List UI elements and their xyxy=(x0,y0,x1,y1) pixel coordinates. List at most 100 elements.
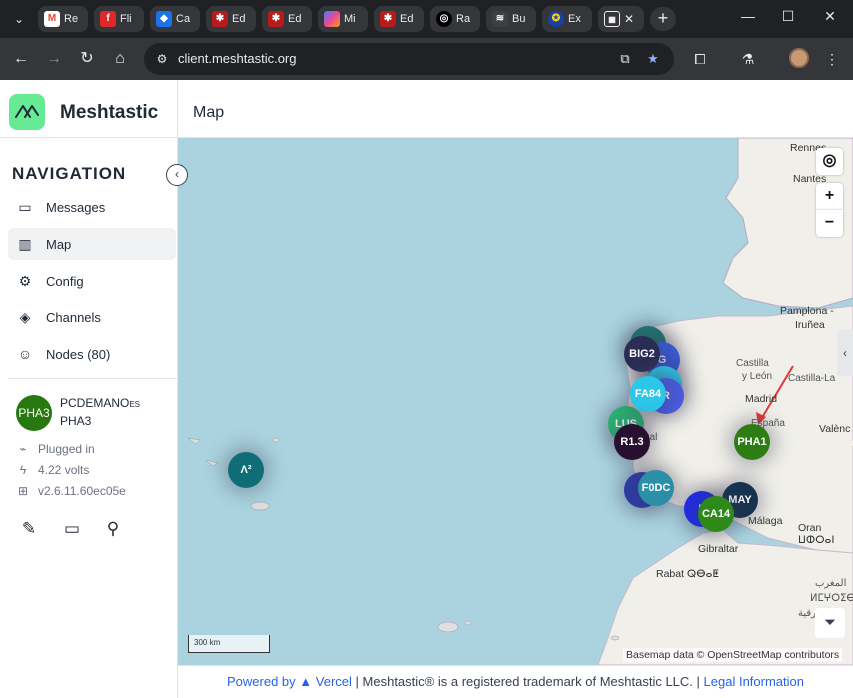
map-icon: ▥ xyxy=(18,236,32,252)
nav-item-nodes[interactable]: ☺ Nodes (80) xyxy=(8,338,176,370)
tab-search-icon[interactable]: ⌄ xyxy=(8,9,30,29)
footer-separator: | xyxy=(696,674,700,689)
map-label-pamplona: Pamplona - xyxy=(780,305,834,317)
tab-title: Ed xyxy=(232,13,246,25)
bug-red-icon: ✱ xyxy=(380,11,396,27)
tab-title: Ed xyxy=(400,13,414,25)
stat-label: 4.22 volts xyxy=(38,463,90,477)
node-marker[interactable]: BIG2 xyxy=(624,336,660,372)
reload-icon[interactable]: ↻ xyxy=(77,49,97,69)
sidebar-divider xyxy=(8,378,178,379)
new-tab-button[interactable]: + xyxy=(650,7,676,31)
node-marker-pha1[interactable]: PHA1 xyxy=(734,424,770,460)
browser-tab[interactable]: ≋ Bu xyxy=(486,6,536,32)
tab-title: Ex xyxy=(568,13,581,25)
tab-title: Re xyxy=(64,13,79,25)
map-label-y-leon: y León xyxy=(742,371,773,382)
node-short-name: PHA3 xyxy=(60,414,92,428)
stat-label: v2.6.11.60ec05e xyxy=(38,484,126,498)
browser-tab[interactable]: ✱ Ed xyxy=(262,6,312,32)
install-app-icon[interactable]: ⧉ xyxy=(616,51,634,67)
browser-tab-active[interactable]: ▦ ✕ xyxy=(598,6,644,32)
navigation-heading: NAVIGATION xyxy=(12,164,127,183)
footer: Powered by ▲ Vercel | Meshtastic® is a r… xyxy=(178,665,853,698)
node-marker[interactable]: F0DC xyxy=(638,470,674,506)
legal-information-link[interactable]: Legal Information xyxy=(704,674,804,689)
nav-item-label: Config xyxy=(46,273,84,289)
collapse-sidebar-button[interactable]: ‹ xyxy=(166,164,188,186)
close-window-icon[interactable]: ✕ xyxy=(818,8,842,25)
nav-item-messages[interactable]: ▭ Messages xyxy=(8,191,176,223)
map-label-madrid: Madrid xyxy=(745,393,778,405)
zap-icon: ϟ xyxy=(19,463,27,477)
back-arrow-icon[interactable]: ← xyxy=(11,49,31,69)
browser-tab[interactable]: ✪ Ex xyxy=(542,6,592,32)
footer-separator: | xyxy=(355,674,359,689)
bookmark-star-icon[interactable]: ★ xyxy=(644,51,662,67)
nav-item-label: Messages xyxy=(46,199,106,215)
pencil-icon[interactable]: ✎ xyxy=(18,518,40,540)
profile-avatar[interactable] xyxy=(789,48,809,68)
map-label-al-maghrib: المغرب xyxy=(815,578,847,589)
message-square-icon: ▭ xyxy=(18,199,32,215)
page-header: Map xyxy=(178,80,853,138)
nav-item-label: Nodes (80) xyxy=(46,346,111,362)
meshtastic-tab-icon: ▦ xyxy=(604,11,620,27)
tab-title: Fli xyxy=(120,13,132,25)
browser-tab[interactable]: ◎ Ra xyxy=(430,6,480,32)
address-bar[interactable]: ⚙ client.meshtastic.org ⧉ ★ xyxy=(144,43,674,75)
forward-arrow-icon[interactable]: → xyxy=(44,49,64,69)
browser-tab[interactable]: M Re xyxy=(38,6,88,32)
map-label-gibraltar: Gibraltar xyxy=(698,543,739,555)
map-label-oran: Oran ⵡⵀⵔⴰⵏ xyxy=(798,522,835,546)
browser-tab[interactable]: ✱ Ed xyxy=(206,6,256,32)
home-icon[interactable]: ⌂ xyxy=(110,49,130,69)
powered-by-text[interactable]: Powered by xyxy=(227,674,296,689)
meshtastic-logo-icon xyxy=(9,94,45,130)
node-marker[interactable]: Λ² xyxy=(228,452,264,488)
browser-tab[interactable]: Mi xyxy=(318,6,368,32)
browser-tab[interactable]: ◆ Ca xyxy=(150,6,200,32)
zoom-in-button[interactable]: + xyxy=(816,183,843,210)
zoom-out-button[interactable]: − xyxy=(816,210,843,237)
node-marker[interactable]: FA84 xyxy=(630,376,666,412)
copilot-icon xyxy=(324,11,340,27)
close-tab-icon[interactable]: ✕ xyxy=(624,12,634,26)
url-text[interactable]: client.meshtastic.org xyxy=(178,51,297,66)
locate-icon[interactable]: ◎ xyxy=(816,148,843,175)
nav-item-config[interactable]: ⚙ Config xyxy=(8,265,176,297)
map-label-rabat: Rabat ⵕⴱⴰⵟ xyxy=(656,568,719,580)
stat-power: ⌁ Plugged in xyxy=(16,442,95,456)
maximize-icon[interactable]: ☐ xyxy=(776,8,800,25)
monitor-icon[interactable]: ▭ xyxy=(61,518,83,540)
nav-item-channels[interactable]: ◈ Channels xyxy=(8,301,176,333)
users-icon: ☺ xyxy=(17,346,33,362)
tab-title: Ca xyxy=(176,13,191,25)
vercel-link[interactable]: ▲ Vercel xyxy=(299,674,352,689)
browser-tab[interactable]: f Fli xyxy=(94,6,144,32)
extensions-icon[interactable]: ⧠ xyxy=(690,49,710,69)
node-avatar[interactable]: PHA3 xyxy=(16,395,52,431)
dark-circle-icon: ◎ xyxy=(436,11,452,27)
filter-icon[interactable]: ⏷ xyxy=(815,608,845,638)
node-marker[interactable]: R1.3 xyxy=(614,424,650,460)
panel-toggle-chevron-icon[interactable]: ‹ xyxy=(837,330,853,376)
minimize-icon[interactable]: — xyxy=(736,8,760,24)
map-scale: 300 km xyxy=(188,635,270,653)
site-settings-icon[interactable]: ⚙ xyxy=(154,51,170,67)
brand-header: Meshtastic xyxy=(0,80,178,138)
nav-item-label: Map xyxy=(46,236,72,252)
browser-lab-icon[interactable]: ⚗ xyxy=(738,49,758,69)
tab-title: Ra xyxy=(456,13,471,25)
more-menu-icon[interactable]: ⋮ xyxy=(822,49,842,69)
bug-red-icon: ✱ xyxy=(268,11,284,27)
map-view[interactable]: Rennes Nantes Pamplona - Iruñea Castilla… xyxy=(178,138,853,665)
stat-label: Plugged in xyxy=(38,442,95,456)
browser-tab[interactable]: ✱ Ed xyxy=(374,6,424,32)
ca-icon: ◆ xyxy=(156,11,172,27)
node-marker[interactable]: CA14 xyxy=(698,496,734,532)
tab-title: Mi xyxy=(344,13,356,25)
map-attribution: Basemap data © OpenStreetMap contributor… xyxy=(623,648,843,662)
search-icon[interactable]: ⚲ xyxy=(102,518,124,540)
nav-item-map[interactable]: ▥ Map xyxy=(8,228,176,260)
